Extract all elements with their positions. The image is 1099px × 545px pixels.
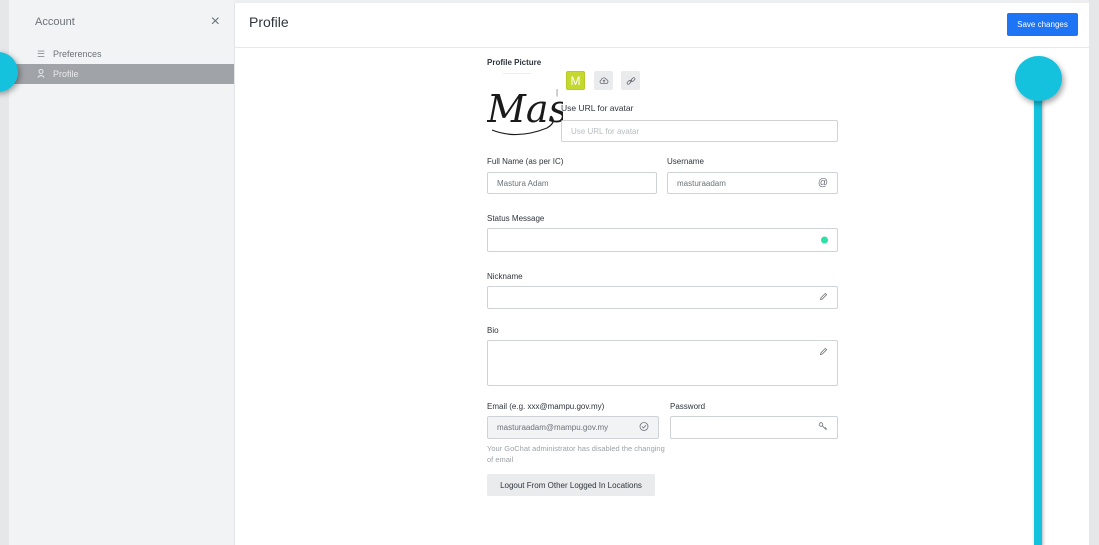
page-header: Profile Save changes (234, 0, 1089, 48)
email-value: masturaadam@mampu.gov.my (497, 423, 609, 432)
at-icon: @ (817, 177, 828, 189)
profile-picture-label: Profile Picture (487, 58, 542, 67)
sidebar-item-preferences[interactable]: ☰ Preferences (9, 44, 234, 64)
annotation-pin-line (1034, 88, 1042, 545)
key-icon (818, 421, 828, 434)
avatar-letter-button[interactable]: M (566, 71, 585, 90)
url-label: Use URL for avatar (561, 103, 634, 113)
username-label: Username (667, 157, 704, 166)
username-value: masturaadam (677, 178, 726, 188)
pencil-icon (819, 292, 828, 304)
sidebar-item-label: Preferences (53, 49, 102, 59)
status-message-label: Status Message (487, 214, 545, 223)
signature-caption: ——————— (503, 70, 531, 75)
full-name-input[interactable]: Mastura Adam (487, 172, 657, 194)
email-hint: Your GoChat administrator has disabled t… (487, 444, 665, 464)
sidebar-item-label: Profile (53, 69, 79, 79)
bio-label: Bio (487, 326, 499, 335)
avatar-signature-image: Mastu (487, 87, 563, 136)
email-input[interactable]: masturaadam@mampu.gov.my (487, 416, 659, 439)
sidebar-header: Account × (9, 0, 234, 44)
nickname-input[interactable] (487, 286, 838, 309)
sliders-icon: ☰ (36, 48, 46, 59)
status-online-icon[interactable] (821, 236, 828, 244)
upload-cloud-icon[interactable] (594, 71, 613, 90)
link-icon[interactable] (621, 71, 640, 90)
password-label: Password (670, 402, 706, 411)
avatar-url-input[interactable]: Use URL for avatar (561, 120, 838, 142)
avatar-separator: | (556, 88, 559, 97)
status-message-input[interactable] (487, 228, 838, 252)
full-name-value: Mastura Adam (497, 178, 549, 188)
save-button[interactable]: Save changes (1007, 13, 1078, 36)
sidebar-item-profile[interactable]: Profile (9, 64, 234, 84)
window-frame-right (1089, 0, 1099, 545)
full-name-label: Full Name (as per IC) (487, 157, 564, 166)
password-input[interactable] (670, 416, 838, 439)
bio-textarea[interactable] (487, 340, 838, 386)
sidebar-title: Account (35, 16, 75, 28)
pencil-icon (819, 347, 828, 359)
avatar-url-placeholder: Use URL for avatar (571, 126, 640, 136)
username-input[interactable]: masturaadam @ (667, 172, 838, 194)
sidebar: Account × ☰ Preferences Profile (9, 0, 235, 545)
close-icon[interactable]: × (211, 14, 220, 30)
check-circle-icon (639, 421, 649, 434)
user-icon (35, 68, 47, 80)
email-label: Email (e.g. xxx@mampu.gov.my) (487, 402, 605, 411)
nickname-label: Nickname (487, 272, 523, 281)
page-title: Profile (249, 14, 289, 30)
annotation-pin-head (1015, 56, 1062, 101)
logout-other-locations-button[interactable]: Logout From Other Logged In Locations (487, 474, 655, 496)
